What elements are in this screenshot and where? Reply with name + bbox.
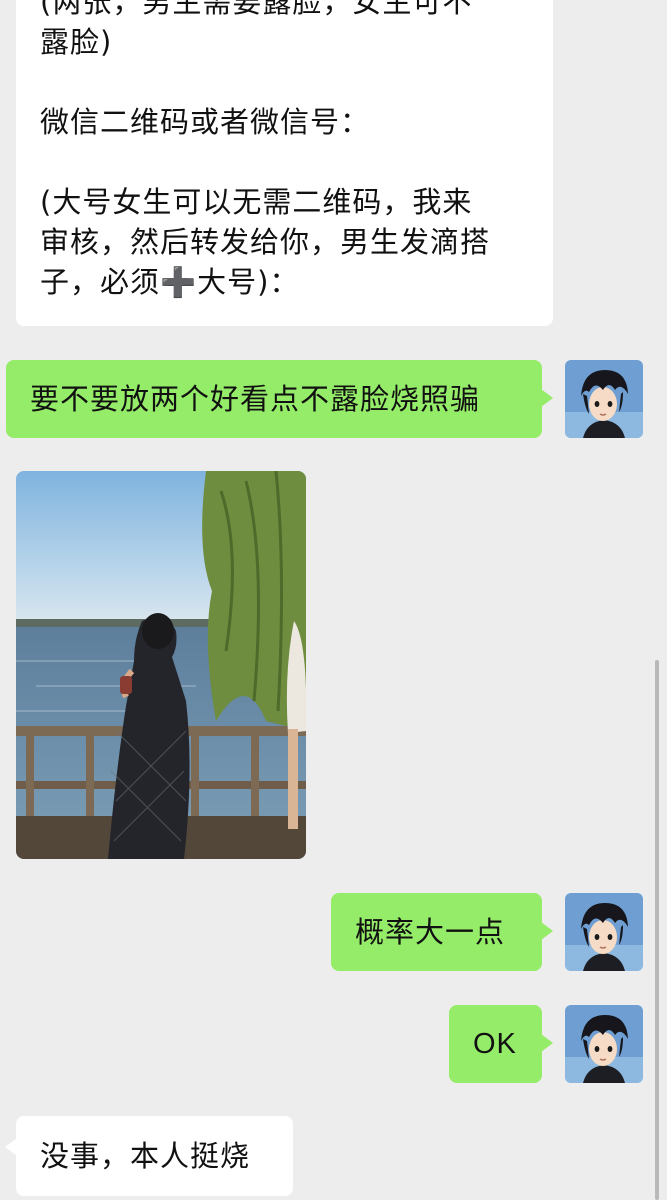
- message-line: 审核，然后转发给你，男生发滴搭: [40, 225, 491, 259]
- received-message-bubble[interactable]: (两张，男生需要露脸，女生可不 露脸) 微信二维码或者微信号： (大号女生可以无…: [16, 0, 553, 326]
- message-text: 要不要放两个好看点不露脸烧照骗: [30, 382, 481, 416]
- sent-message-bubble[interactable]: 概率大一点: [331, 893, 553, 971]
- message-text-block: (两张，男生需要露脸，女生可不 露脸) 微信二维码或者微信号： (大号女生可以无…: [40, 0, 490, 302]
- sent-message-bubble[interactable]: OK: [449, 1005, 553, 1083]
- message-text: 没事，本人挺烧: [40, 1139, 251, 1173]
- message-text: OK: [473, 1028, 517, 1060]
- message-line-blank: [40, 62, 490, 102]
- lakeside-woman-photo[interactable]: [16, 471, 306, 859]
- anime-boy-avatar-icon[interactable]: [565, 360, 643, 438]
- message-line: 露脸): [40, 25, 113, 59]
- chat-message-list[interactable]: (两张，男生需要露脸，女生可不 露脸) 微信二维码或者微信号： (大号女生可以无…: [0, 0, 667, 1200]
- message-line: (大号女生可以无需二维码，我来: [40, 185, 473, 219]
- message-text: 概率大一点: [355, 915, 506, 949]
- scrollbar[interactable]: [655, 660, 659, 1200]
- message-line: (两张，男生需要露脸，女生可不: [40, 0, 473, 19]
- anime-boy-avatar-icon[interactable]: [565, 1005, 643, 1083]
- received-message-bubble[interactable]: 没事，本人挺烧: [5, 1116, 293, 1196]
- anime-boy-avatar-icon[interactable]: [565, 893, 643, 971]
- message-line-blank: [40, 142, 490, 182]
- message-line: 子，必须➕大号)：: [40, 265, 300, 299]
- sent-message-bubble[interactable]: 要不要放两个好看点不露脸烧照骗: [6, 360, 553, 438]
- message-line: 微信二维码或者微信号：: [40, 105, 371, 139]
